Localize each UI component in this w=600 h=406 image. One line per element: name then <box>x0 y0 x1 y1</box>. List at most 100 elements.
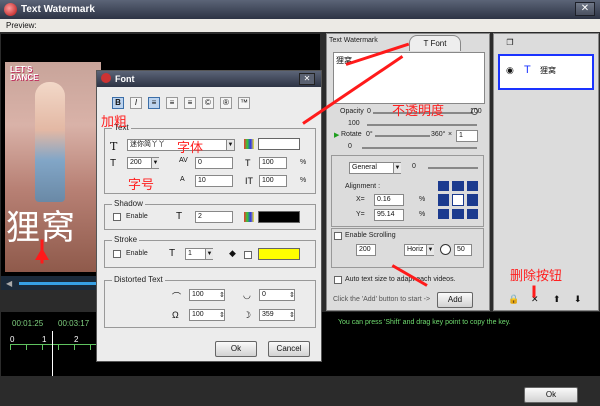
letter-spacing-icon: AV <box>179 157 188 164</box>
italic-icon[interactable]: I <box>130 97 142 109</box>
shadow-color-swatch[interactable] <box>258 211 300 223</box>
spinner-icon[interactable]: ⇕ <box>219 291 225 299</box>
rotate-step-input[interactable]: 1 <box>456 130 478 142</box>
red-arrow <box>532 285 536 298</box>
distort-curve-icon: ⌒ <box>172 292 182 302</box>
rotate-x-icon[interactable]: × <box>448 131 452 138</box>
font-name-icon: T <box>110 140 118 153</box>
chevron-down-icon[interactable]: ▼ <box>426 245 434 255</box>
scroll-speed-input[interactable]: 200 <box>356 244 376 256</box>
app-icon <box>4 3 17 16</box>
window-title: Text Watermark <box>21 4 95 15</box>
chevron-down-icon[interactable]: ▼ <box>226 140 234 150</box>
annotation-delete: 删除按钮 <box>510 269 563 284</box>
shadow-distance-input[interactable]: 2 <box>195 211 233 223</box>
format-toolbar: B I ≡ ≡ ≡ © ® ™ <box>112 97 250 109</box>
chevron-down-icon[interactable]: ▼ <box>205 249 213 259</box>
tab-text-watermark[interactable]: Text Watermark <box>329 37 391 51</box>
distort-height-icon: Ω <box>172 310 179 320</box>
scroll-value-input[interactable]: 50 <box>454 244 472 256</box>
color-picker-icon[interactable] <box>244 212 254 222</box>
add-button[interactable]: Add <box>437 292 473 308</box>
bold-icon[interactable]: B <box>112 97 124 109</box>
rotate-play-icon[interactable]: ▶ <box>334 131 339 139</box>
current-time: 00:01:25 <box>12 319 44 328</box>
font-dialog-title: Font <box>115 74 135 84</box>
video-logo: LET'S DANCE <box>10 65 39 82</box>
add-hint: Click the 'Add' button to start -> <box>333 296 431 303</box>
alignment-grid[interactable] <box>438 181 478 219</box>
paint-bucket-icon[interactable]: ◆ <box>229 248 236 259</box>
width-scale-icon: T <box>245 158 251 168</box>
timeline-hint: You can press 'Shift' and drag key point… <box>338 319 511 326</box>
rotate-track-2[interactable] <box>362 147 477 149</box>
align-center-icon[interactable]: ≡ <box>166 97 178 109</box>
stroke-color-checkbox[interactable] <box>244 251 252 259</box>
tick-label: 2 <box>74 335 79 344</box>
preview-bar: Preview: <box>0 19 600 32</box>
annotation-opacity: 不透明度 <box>392 104 445 119</box>
x-position-input[interactable]: 0.16 <box>374 194 404 206</box>
preview-label: Preview: <box>6 21 37 30</box>
stroke-icon: T <box>169 248 176 259</box>
layer-item[interactable]: ◉ T 狸窝 <box>498 54 594 90</box>
volume-icon[interactable]: ◀ <box>6 279 14 288</box>
dialog-app-icon <box>101 73 111 83</box>
footer <box>0 376 600 406</box>
spinner-icon[interactable]: ⇕ <box>289 291 295 299</box>
tab-font[interactable]: T Font <box>409 35 461 51</box>
total-time: 00:03:17 <box>58 319 90 328</box>
tick-label: 1 <box>42 335 47 344</box>
close-icon[interactable]: ✕ <box>575 2 595 16</box>
playhead[interactable] <box>52 331 53 376</box>
window-titlebar: Text Watermark ✕ <box>0 0 600 19</box>
close-icon[interactable]: ✕ <box>299 73 315 85</box>
shadow-enable-checkbox[interactable] <box>113 213 121 221</box>
registered-icon[interactable]: ® <box>220 97 232 109</box>
stroke-section-label: Stroke <box>112 235 140 244</box>
stroke-enable-checkbox[interactable] <box>113 250 121 258</box>
height-scale-icon: IT <box>245 176 253 186</box>
text-color-swatch[interactable] <box>258 138 300 150</box>
spinner-icon[interactable]: ⇕ <box>289 311 295 319</box>
letter-spacing-input[interactable]: 0 <box>195 157 233 169</box>
copyright-icon[interactable]: © <box>202 97 214 109</box>
lock-icon[interactable]: 🔒 <box>508 294 519 305</box>
eye-icon[interactable]: ◉ <box>506 65 514 76</box>
font-cancel-button[interactable]: Cancel <box>268 341 310 357</box>
font-ok-button[interactable]: Ok <box>215 341 257 357</box>
shadow-section-label: Shadow <box>112 199 145 208</box>
distorted-section-label: Distorted Text <box>112 275 165 284</box>
opacity-value: 100 <box>348 120 360 127</box>
move-down-icon[interactable]: ⬇ <box>574 294 582 305</box>
distort-bend-icon: ◡ <box>243 290 251 300</box>
annotation-size: 字号 <box>128 178 155 193</box>
width-scale-input[interactable]: 100 <box>259 157 287 169</box>
auto-text-size-label: Auto text size to adapt each videos. <box>345 276 456 283</box>
y-position-input[interactable]: 95.14 <box>374 209 404 221</box>
stroke-color-swatch[interactable] <box>258 248 300 260</box>
dancer-figure <box>35 82 65 202</box>
chevron-down-icon[interactable]: ▼ <box>151 158 159 168</box>
ok-button[interactable]: Ok <box>524 387 578 403</box>
enable-scrolling-checkbox[interactable] <box>334 232 342 240</box>
rotate-label: Rotate <box>341 131 362 138</box>
tick-label: 0 <box>10 335 15 344</box>
height-scale-input[interactable]: 100 <box>259 175 287 187</box>
color-picker-icon[interactable] <box>244 139 254 149</box>
align-left-icon[interactable]: ≡ <box>148 97 160 109</box>
move-up-icon[interactable]: ⬆ <box>553 294 561 305</box>
trademark-icon[interactable]: ™ <box>238 97 250 109</box>
spinner-icon[interactable]: ⇕ <box>219 311 225 319</box>
align-right-icon[interactable]: ≡ <box>184 97 196 109</box>
chevron-down-icon[interactable]: ▼ <box>393 163 401 173</box>
font-dialog-titlebar: Font <box>97 71 321 87</box>
enable-scrolling-label: Enable Scrolling <box>345 232 396 239</box>
clock-icon <box>440 244 451 255</box>
opacity-track-2[interactable] <box>367 124 477 126</box>
rotate-slider[interactable] <box>375 135 430 137</box>
line-gap-input[interactable]: 10 <box>195 175 233 187</box>
mode-slider[interactable] <box>428 167 478 169</box>
auto-text-size-checkbox[interactable] <box>334 276 342 284</box>
layer-label: 狸窝 <box>540 66 556 75</box>
